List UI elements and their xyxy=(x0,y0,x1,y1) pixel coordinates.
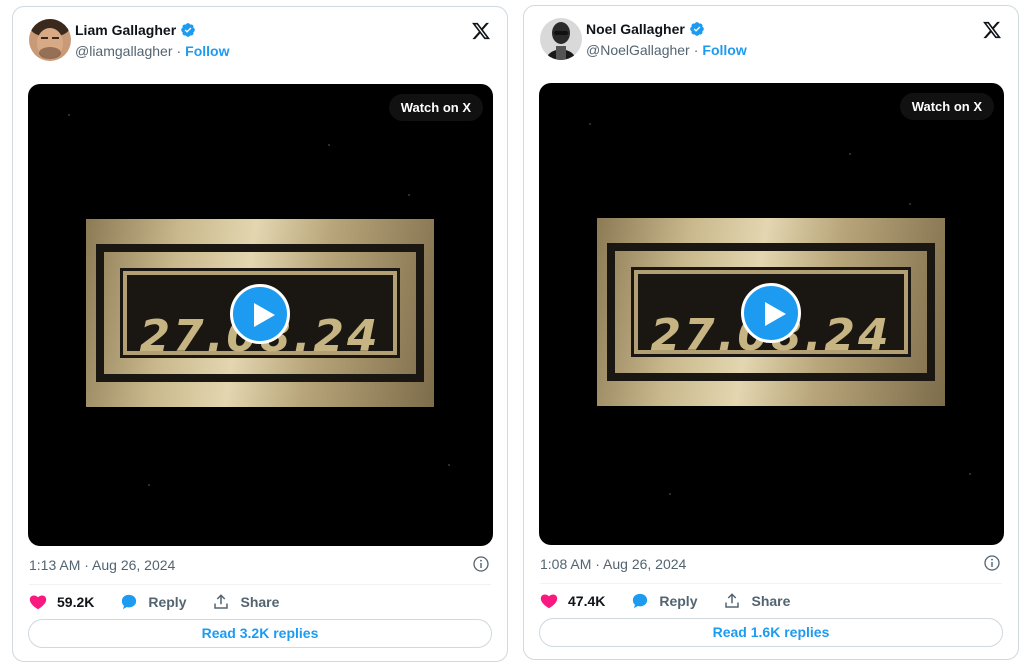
follow-button[interactable]: Follow xyxy=(185,43,229,59)
reply-label: Reply xyxy=(659,593,698,609)
tweet-actions: 47.4K Reply Share xyxy=(540,590,816,612)
watch-on-x-button[interactable]: Watch on X xyxy=(388,94,483,121)
read-replies-button[interactable]: Read 3.2K replies xyxy=(28,619,492,648)
reply-bubble-icon xyxy=(122,594,137,610)
tweet-header: Noel Gallagher @NoelGallagher · Follow xyxy=(540,18,1002,62)
x-logo-icon[interactable] xyxy=(982,20,1002,40)
tweet-actions: 59.2K Reply Share xyxy=(29,591,305,613)
separator-dot: · xyxy=(693,42,699,58)
video-player[interactable]: Watch on X 27.08.24 xyxy=(28,84,493,546)
verified-badge-icon xyxy=(689,22,704,36)
author-handle[interactable]: @liamgallagher xyxy=(75,43,172,59)
share-button[interactable]: Share xyxy=(212,593,279,611)
info-icon[interactable] xyxy=(984,555,1000,571)
info-icon[interactable] xyxy=(473,556,489,572)
avatar[interactable] xyxy=(29,19,71,61)
separator-dot: · xyxy=(176,43,182,59)
tweet-card-liam[interactable]: Liam Gallagher @liamgallagher · Follow W… xyxy=(12,6,508,662)
tweet-timestamp[interactable]: 1:08 AM · Aug 26, 2024 xyxy=(540,556,686,572)
heart-icon xyxy=(29,595,47,610)
share-button[interactable]: Share xyxy=(723,592,790,610)
play-icon xyxy=(254,303,275,327)
reply-label: Reply xyxy=(148,594,187,610)
tweet-timestamp[interactable]: 1:13 AM · Aug 26, 2024 xyxy=(29,557,175,573)
author-name[interactable]: Noel Gallagher xyxy=(586,21,685,37)
avatar[interactable] xyxy=(540,18,582,60)
watch-on-x-button[interactable]: Watch on X xyxy=(899,93,994,120)
video-player[interactable]: Watch on X 27.08.24 xyxy=(539,83,1004,545)
share-label: Share xyxy=(240,594,280,610)
author-handle[interactable]: @NoelGallagher xyxy=(586,42,690,58)
like-count: 47.4K xyxy=(568,593,606,609)
play-icon xyxy=(765,302,786,326)
reply-bubble-icon xyxy=(633,593,648,609)
divider xyxy=(29,584,491,585)
follow-button[interactable]: Follow xyxy=(702,42,746,58)
share-icon xyxy=(725,593,740,608)
like-button[interactable]: 47.4K xyxy=(540,592,605,610)
author-name[interactable]: Liam Gallagher xyxy=(75,22,176,38)
verified-badge-icon xyxy=(181,23,195,37)
reply-button[interactable]: Reply xyxy=(120,593,186,611)
read-replies-button[interactable]: Read 1.6K replies xyxy=(539,618,1003,647)
heart-icon xyxy=(540,594,558,609)
reply-button[interactable]: Reply xyxy=(631,592,697,610)
like-button[interactable]: 59.2K xyxy=(29,593,94,611)
divider xyxy=(540,583,1002,584)
like-count: 59.2K xyxy=(57,594,95,610)
x-logo-icon[interactable] xyxy=(471,21,491,41)
share-icon xyxy=(214,594,229,609)
tweet-card-noel[interactable]: Noel Gallagher @NoelGallagher · Follow W… xyxy=(523,5,1019,660)
tweet-header: Liam Gallagher @liamgallagher · Follow xyxy=(29,19,491,63)
play-button[interactable] xyxy=(230,284,290,344)
share-label: Share xyxy=(751,593,791,609)
play-button[interactable] xyxy=(741,283,801,343)
